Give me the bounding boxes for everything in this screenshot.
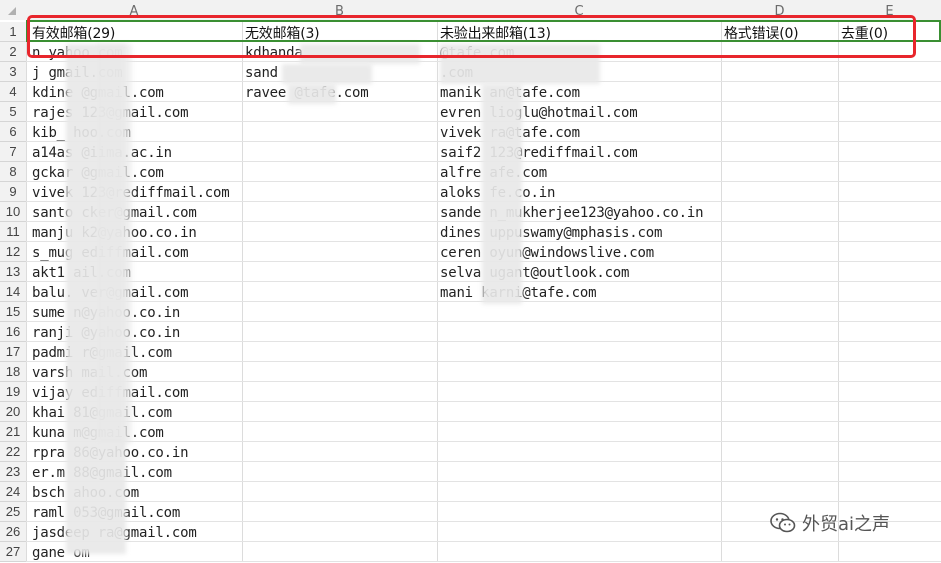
row-header-1[interactable]: 1 [0, 22, 26, 42]
select-all-corner[interactable] [0, 0, 26, 20]
grid-line [26, 501, 941, 502]
row-header-17[interactable]: 17 [0, 342, 26, 362]
cell-c-5[interactable]: evren lioglu@hotmail.com [440, 103, 638, 123]
row-header-13[interactable]: 13 [0, 262, 26, 282]
cell-b-3[interactable]: sand [245, 63, 278, 83]
wechat-icon [770, 512, 796, 533]
header-row-red-highlight [27, 15, 916, 58]
row-header-8[interactable]: 8 [0, 162, 26, 182]
row-header-15[interactable]: 15 [0, 302, 26, 322]
cell-c-7[interactable]: saif2 123@rediffmail.com [440, 143, 638, 163]
row-header-16[interactable]: 16 [0, 322, 26, 342]
row-header-12[interactable]: 12 [0, 242, 26, 262]
spreadsheet: A B C D E 12n yahoo.comkdhanda @tafe.com… [0, 0, 941, 562]
row-header-24[interactable]: 24 [0, 482, 26, 502]
row-header-4[interactable]: 4 [0, 82, 26, 102]
watermark: 外贸ai之声 [770, 508, 890, 538]
row-header-5[interactable]: 5 [0, 102, 26, 122]
row-header-23[interactable]: 23 [0, 462, 26, 482]
row-header-14[interactable]: 14 [0, 282, 26, 302]
row-header-25[interactable]: 25 [0, 502, 26, 522]
cell-c-10[interactable]: sande n_mukherjee123@yahoo.co.in [440, 203, 704, 223]
redaction-mask [96, 44, 132, 444]
redaction-mask [282, 64, 372, 84]
row-header-22[interactable]: 22 [0, 442, 26, 462]
row-header-20[interactable]: 20 [0, 402, 26, 422]
row-header-26[interactable]: 26 [0, 522, 26, 542]
row-header-3[interactable]: 3 [0, 62, 26, 82]
row-header-18[interactable]: 18 [0, 362, 26, 382]
row-header-19[interactable]: 19 [0, 382, 26, 402]
row-header-7[interactable]: 7 [0, 142, 26, 162]
cell-c-13[interactable]: selva ugant@outlook.com [440, 263, 629, 283]
redaction-mask [288, 84, 336, 104]
row-header-6[interactable]: 6 [0, 122, 26, 142]
row-header-11[interactable]: 11 [0, 222, 26, 242]
cell-c-12[interactable]: ceren oyun@windowslive.com [440, 243, 654, 263]
row-header-27[interactable]: 27 [0, 542, 26, 562]
watermark-text: 外贸ai之声 [802, 514, 891, 535]
grid-line [26, 381, 941, 382]
row-header-10[interactable]: 10 [0, 202, 26, 222]
cell-c-11[interactable]: dines uppuswamy@mphasis.com [440, 223, 662, 243]
row-header-21[interactable]: 21 [0, 422, 26, 442]
redaction-mask [482, 84, 522, 304]
row-header-9[interactable]: 9 [0, 182, 26, 202]
select-all-icon [8, 7, 16, 15]
row-header-2[interactable]: 2 [0, 42, 26, 62]
